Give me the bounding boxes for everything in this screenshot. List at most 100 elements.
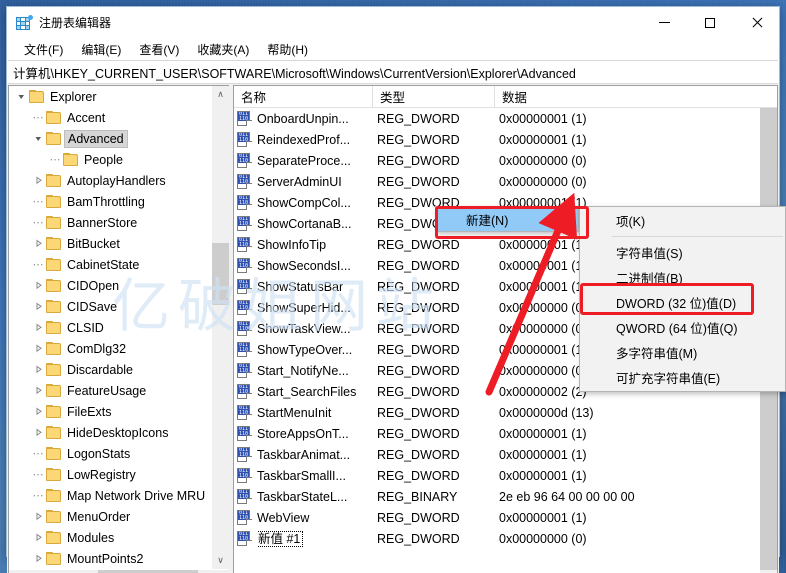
tree-node-dash-icon[interactable]: ⋯ bbox=[30, 485, 46, 506]
minimize-button[interactable] bbox=[641, 7, 687, 38]
menu-help[interactable]: 帮助(H) bbox=[258, 39, 317, 60]
tree-node-dash-icon[interactable]: ⋯ bbox=[30, 191, 46, 212]
tree-vscroll-track[interactable] bbox=[212, 103, 229, 552]
tree-node-dash-icon[interactable]: ⋯ bbox=[30, 254, 46, 275]
cell-name: OnboardUnpin... bbox=[257, 111, 349, 126]
tree-node-label: People bbox=[84, 152, 123, 167]
table-row[interactable]: 011 110 StartMenuInit REG_DWORD 0x0000000d (… bbox=[234, 402, 760, 423]
tree-node-accent[interactable]: ⋯ Accent bbox=[9, 107, 211, 128]
chevron-down-icon[interactable] bbox=[30, 128, 46, 149]
tree-node-map-network-drive-mru[interactable]: ⋯ Map Network Drive MRU bbox=[9, 485, 211, 506]
tree-node-advanced[interactable]: Advanced bbox=[9, 128, 211, 149]
tree-node-clsid[interactable]: CLSID bbox=[9, 317, 211, 338]
submenu-item-5[interactable]: 多字符串值(M) bbox=[580, 340, 785, 365]
cell-type: REG_DWORD bbox=[377, 321, 460, 336]
tree-vscroll-thumb[interactable] bbox=[212, 243, 229, 305]
chevron-right-icon[interactable] bbox=[30, 233, 46, 254]
tree-node-mountpoints2[interactable]: MountPoints2 bbox=[9, 548, 211, 569]
menu-view[interactable]: 查看(V) bbox=[130, 39, 188, 60]
chevron-right-icon[interactable] bbox=[30, 506, 46, 527]
column-header-type[interactable]: 类型 bbox=[373, 86, 495, 107]
submenu-item-0[interactable]: 项(K) bbox=[580, 208, 785, 233]
tree-node-explorer[interactable]: Explorer bbox=[9, 86, 211, 107]
tree-node-cidopen[interactable]: CIDOpen bbox=[9, 275, 211, 296]
dword-value-icon: 011 110 bbox=[237, 300, 253, 315]
cell-name: StartMenuInit bbox=[257, 405, 332, 420]
tree-node-cidsave[interactable]: CIDSave bbox=[9, 296, 211, 317]
main-content: Explorer ⋯ Accent Advanced ⋯ People AutoplayHa… bbox=[7, 84, 786, 573]
menu-edit[interactable]: 编辑(E) bbox=[72, 39, 130, 60]
cell-data: 0x00000000 (0) bbox=[499, 153, 587, 168]
tree-node-dash-icon[interactable]: ⋯ bbox=[30, 212, 46, 233]
tree-horizontal-scrollbar[interactable]: ‹ › bbox=[9, 569, 229, 573]
tree-node-people[interactable]: ⋯ People bbox=[9, 149, 211, 170]
submenu-item-6[interactable]: 可扩充字符串值(E) bbox=[580, 365, 785, 390]
tree-node-cabinetstate[interactable]: ⋯ CabinetState bbox=[9, 254, 211, 275]
registry-icon bbox=[16, 14, 33, 31]
tree-scroll-down-icon[interactable]: ∨ bbox=[212, 552, 229, 569]
chevron-right-icon[interactable] bbox=[30, 338, 46, 359]
table-row[interactable]: 011 110 StoreAppsOnT... REG_DWORD 0x00000001… bbox=[234, 423, 760, 444]
menu-file[interactable]: 文件(F) bbox=[15, 39, 72, 60]
table-row[interactable]: 011 110 TaskbarSmallI... REG_DWORD 0x0000000… bbox=[234, 465, 760, 486]
submenu-item-2[interactable]: 二进制值(B) bbox=[580, 265, 785, 290]
context-menu-item-new[interactable]: 新建(N) › bbox=[436, 207, 578, 231]
context-submenu-new-types[interactable]: 项(K) 字符串值(S) 二进制值(B) DWORD (32 位)值(D) QWORD … bbox=[579, 206, 786, 392]
table-row[interactable]: 011 110 TaskbarStateL... REG_BINARY 2e eb 96… bbox=[234, 486, 760, 507]
submenu-item-1[interactable]: 字符串值(S) bbox=[580, 240, 785, 265]
submenu-item-4[interactable]: QWORD (64 位)值(Q) bbox=[580, 315, 785, 340]
tree-node-bitbucket[interactable]: BitBucket bbox=[9, 233, 211, 254]
tree-node-autoplayhandlers[interactable]: AutoplayHandlers bbox=[9, 170, 211, 191]
chevron-right-icon[interactable] bbox=[30, 401, 46, 422]
table-row[interactable]: 011 110 TaskbarAnimat... REG_DWORD 0x0000000… bbox=[234, 444, 760, 465]
tree-node-dash-icon[interactable]: ⋯ bbox=[47, 149, 63, 170]
table-row[interactable]: 011 110 SeparateProce... REG_DWORD 0x0000000… bbox=[234, 150, 760, 171]
menu-favorites[interactable]: 收藏夹(A) bbox=[188, 39, 258, 60]
tree-node-bannerstore[interactable]: ⋯ BannerStore bbox=[9, 212, 211, 233]
chevron-down-icon[interactable] bbox=[13, 86, 29, 107]
column-header-name[interactable]: 名称 bbox=[234, 86, 373, 107]
tree-vertical-scrollbar[interactable]: ∧ ∨ bbox=[211, 86, 229, 569]
close-button[interactable] bbox=[733, 7, 779, 38]
tree-node-bamthrottling[interactable]: ⋯ BamThrottling bbox=[9, 191, 211, 212]
chevron-right-icon[interactable] bbox=[30, 548, 46, 569]
chevron-right-icon[interactable] bbox=[30, 275, 46, 296]
tree-node-hidedesktopicons[interactable]: HideDesktopIcons bbox=[9, 422, 211, 443]
cell-name: ReindexedProf... bbox=[257, 132, 351, 147]
tree-scroll-up-icon[interactable]: ∧ bbox=[212, 86, 229, 103]
maximize-button[interactable] bbox=[687, 7, 733, 38]
table-row[interactable]: 011 110 ReindexedProf... REG_DWORD 0x0000000… bbox=[234, 129, 760, 150]
tree-node-modules[interactable]: Modules bbox=[9, 527, 211, 548]
chevron-right-icon[interactable] bbox=[30, 170, 46, 191]
cell-type: REG_DWORD bbox=[377, 405, 460, 420]
chevron-right-icon[interactable] bbox=[30, 296, 46, 317]
folder-icon bbox=[46, 488, 62, 503]
tree-node-label: CabinetState bbox=[67, 257, 140, 272]
table-row[interactable]: 011 110 WebView REG_DWORD 0x00000001 (1) bbox=[234, 507, 760, 528]
table-row[interactable]: 011 110 OnboardUnpin... REG_DWORD 0x00000001… bbox=[234, 108, 760, 129]
tree-node-lowregistry[interactable]: ⋯ LowRegistry bbox=[9, 464, 211, 485]
context-menu-new[interactable]: 新建(N) › bbox=[435, 206, 579, 232]
chevron-right-icon[interactable] bbox=[30, 380, 46, 401]
tree-node-label: CIDSave bbox=[67, 299, 118, 314]
tree-node-logonstats[interactable]: ⋯ LogonStats bbox=[9, 443, 211, 464]
address-bar[interactable]: 计算机\HKEY_CURRENT_USER\SOFTWARE\Microsoft… bbox=[8, 60, 778, 84]
tree-node-menuorder[interactable]: MenuOrder bbox=[9, 506, 211, 527]
tree-node-featureusage[interactable]: FeatureUsage bbox=[9, 380, 211, 401]
table-row[interactable]: 011 110 ServerAdminUI REG_DWORD 0x00000000 (… bbox=[234, 171, 760, 192]
chevron-right-icon[interactable] bbox=[30, 422, 46, 443]
tree-node-dash-icon[interactable]: ⋯ bbox=[30, 107, 46, 128]
tree-node-dash-icon[interactable]: ⋯ bbox=[30, 443, 46, 464]
chevron-right-icon[interactable] bbox=[30, 527, 46, 548]
table-row[interactable]: 011 110 新值 #1 REG_DWORD 0x00000000 (0) bbox=[234, 528, 760, 549]
folder-icon bbox=[46, 446, 62, 461]
tree-node-dash-icon[interactable]: ⋯ bbox=[30, 464, 46, 485]
tree-node-comdlg32[interactable]: ComDlg32 bbox=[9, 338, 211, 359]
chevron-right-icon[interactable] bbox=[30, 317, 46, 338]
submenu-item-3[interactable]: DWORD (32 位)值(D) bbox=[580, 290, 785, 315]
tree-node-discardable[interactable]: Discardable bbox=[9, 359, 211, 380]
column-header-data[interactable]: 数据 bbox=[495, 86, 777, 107]
registry-tree[interactable]: Explorer ⋯ Accent Advanced ⋯ People AutoplayHa… bbox=[9, 86, 211, 569]
chevron-right-icon[interactable] bbox=[30, 359, 46, 380]
tree-node-fileexts[interactable]: FileExts bbox=[9, 401, 211, 422]
